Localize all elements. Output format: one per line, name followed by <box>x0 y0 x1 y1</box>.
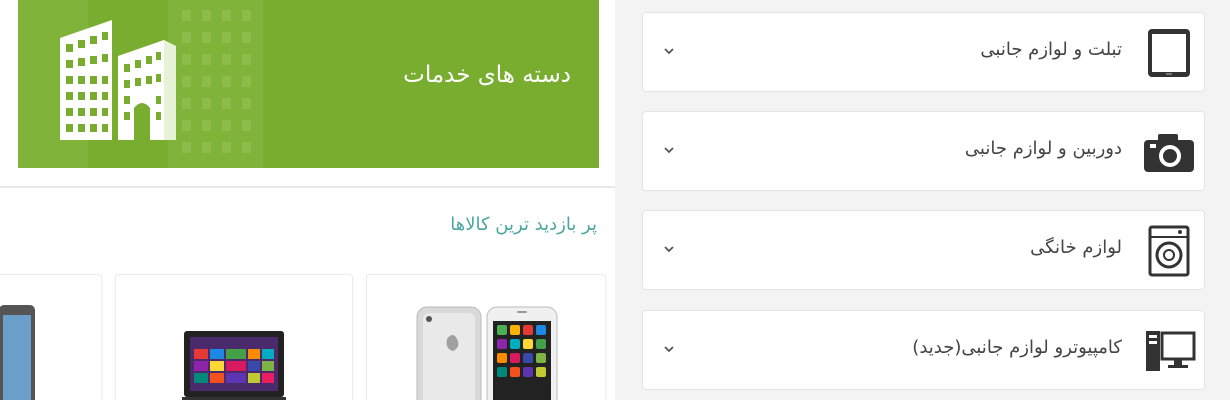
chevron-down-icon[interactable] <box>661 142 677 158</box>
product-card[interactable] <box>0 274 102 400</box>
computer-icon <box>1146 331 1196 371</box>
building-icon <box>60 20 176 140</box>
services-banner[interactable]: دسته های خدمات <box>18 0 599 168</box>
main-content: دسته های خدمات پر بازدید ترین کالاها <box>0 0 615 400</box>
camera-icon <box>1144 134 1194 172</box>
category-item-tablet[interactable]: تبلت و لوازم جانبی <box>642 12 1205 92</box>
category-item-camera[interactable]: دوربین و لوازم جانبی <box>642 111 1205 191</box>
tablet-icon <box>1148 29 1190 77</box>
product-card[interactable] <box>366 274 606 400</box>
category-label: کامپیوترو لوازم جانبی(جدید) <box>912 337 1122 358</box>
category-item-home-appliances[interactable]: لوازم خانگی <box>642 210 1205 290</box>
washing-machine-icon <box>1148 225 1190 277</box>
chevron-down-icon[interactable] <box>661 241 677 257</box>
most-viewed-title: پر بازدید ترین کالاها <box>450 214 597 235</box>
banner-title: دسته های خدمات <box>403 62 571 88</box>
laptop-image <box>182 331 286 400</box>
category-item-computer[interactable]: کامپیوترو لوازم جانبی(جدید) <box>642 310 1205 390</box>
tablet-image <box>0 305 35 400</box>
chevron-down-icon[interactable] <box>661 341 677 357</box>
category-label: تبلت و لوازم جانبی <box>980 39 1122 60</box>
category-label: لوازم خانگی <box>1030 237 1122 258</box>
category-sidebar: تبلت و لوازم جانبی دوربین و لوازم جانبی … <box>615 0 1230 400</box>
category-label: دوربین و لوازم جانبی <box>964 138 1122 159</box>
product-list <box>0 274 615 400</box>
iphone-image <box>416 306 558 400</box>
banner-container: دسته های خدمات <box>0 0 615 188</box>
background-building <box>168 0 263 168</box>
chevron-down-icon[interactable] <box>661 43 677 59</box>
product-card[interactable] <box>115 274 353 400</box>
